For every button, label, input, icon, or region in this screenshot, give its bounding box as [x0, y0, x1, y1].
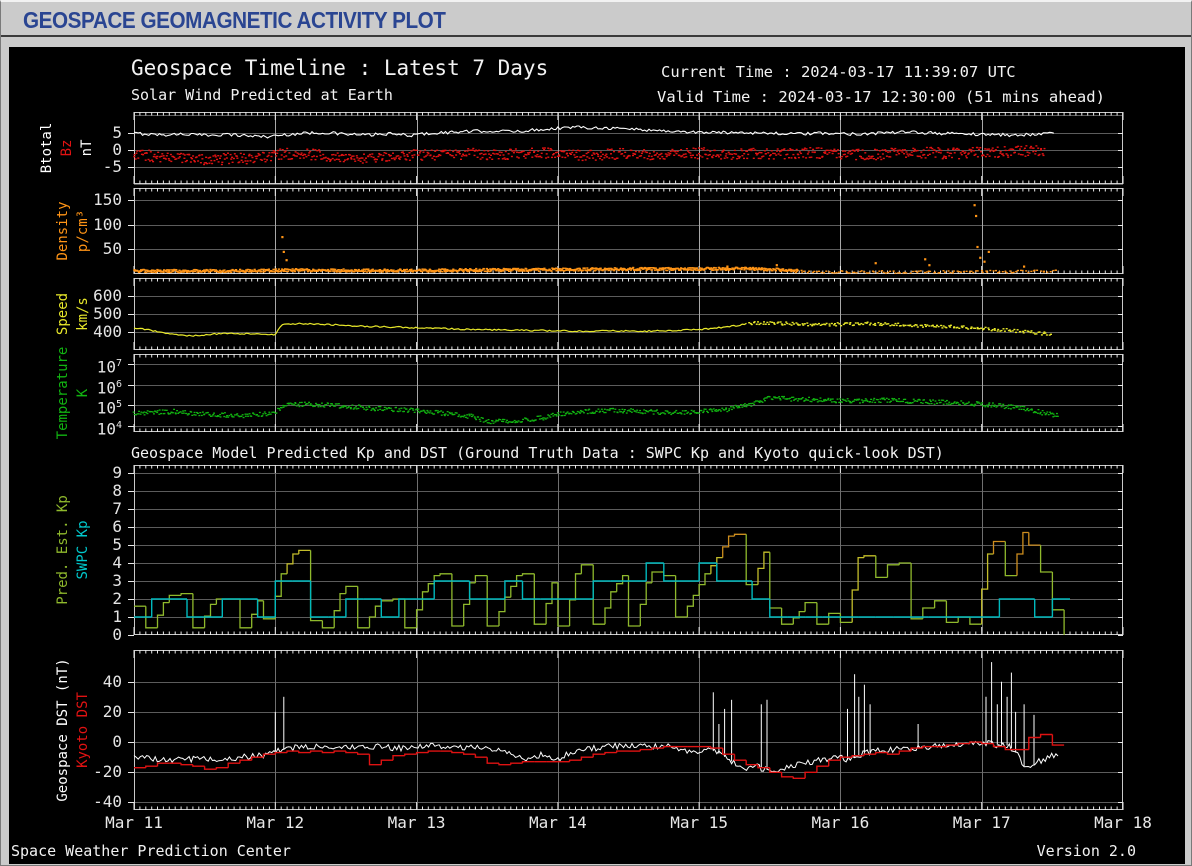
y-tick-label: -5	[102, 156, 122, 176]
series-pred-est-kp	[134, 531, 1065, 635]
chart-kp-index	[128, 465, 1124, 636]
x-date-label: Mar 18	[1094, 813, 1152, 832]
y-tick-label: 0	[112, 625, 122, 644]
y-tick-label: 1	[112, 607, 122, 626]
y-tick-label: 150	[93, 190, 122, 210]
plot-subtitle: Solar Wind Predicted at Earth	[131, 86, 393, 104]
series-density-outliers	[281, 204, 1026, 268]
chart-density	[128, 188, 1124, 274]
axis-label-nt: nT	[79, 139, 95, 157]
y-tick-label: 7	[112, 499, 122, 519]
valid-time: Valid Time : 2024-03-17 12:30:00 (51 min…	[657, 88, 1105, 106]
chart-temperature	[128, 354, 1124, 432]
series-bz	[133, 145, 1046, 166]
axis-label-swpc-kp: SWPC Kp	[75, 520, 91, 580]
axis-label-kyoto-dst: Kyoto DST	[75, 692, 91, 768]
axis-label-km-s: km/s	[75, 297, 91, 331]
x-date-label: Mar 17	[952, 813, 1011, 832]
axis-label-temperature: Temperature	[55, 346, 71, 440]
series-geospace-dst	[133, 662, 1059, 773]
axis-label-k: K	[75, 388, 91, 398]
page-title: GEOSPACE GEOMAGNETIC ACTIVITY PLOT	[23, 7, 446, 33]
y-tick-label: 40	[102, 671, 122, 691]
x-date-label: Mar 11	[105, 813, 163, 832]
series-kyoto-dst	[134, 733, 1065, 779]
axis-label-density: Density	[55, 201, 71, 261]
y-tick-label: 104	[96, 419, 122, 439]
section2-title: Geospace Model Predicted Kp and DST (Gro…	[131, 444, 944, 462]
axis-label-geospace-dst-nt: Geospace DST (nT)	[55, 658, 71, 802]
series-temperature	[132, 395, 1059, 425]
series-swpc-kp	[134, 562, 1070, 618]
chart-dst-index	[128, 650, 1124, 810]
x-date-label: Mar 15	[670, 813, 729, 832]
axis-label-pred-est-kp: Pred. Est. Kp	[55, 495, 71, 605]
plot-title: Geospace Timeline : Latest 7 Days	[131, 56, 549, 80]
footer-right: Version 2.0	[1036, 842, 1136, 860]
x-date-label: Mar 13	[387, 813, 446, 832]
axis-label-bz: Bz	[59, 139, 75, 157]
chart-speed	[128, 278, 1124, 350]
axis-label-btotal: Btotal	[39, 122, 55, 174]
x-date-label: Mar 14	[528, 813, 587, 832]
page: GEOSPACE GEOMAGNETIC ACTIVITY PLOT Geosp…	[0, 0, 1192, 866]
series-speed-scatter	[748, 321, 1052, 336]
axis-label-p-cm: p/cm³	[75, 209, 91, 253]
axis-label-speed: Speed	[55, 292, 71, 336]
footer-left: Space Weather Prediction Center	[11, 842, 291, 860]
x-date-label: Mar 12	[246, 813, 305, 832]
geospace-plot: Geospace Timeline : Latest 7 Days Curren…	[9, 47, 1185, 864]
series-btotal	[133, 125, 1054, 139]
chart-imf-magnetic-field	[128, 112, 1124, 185]
current-time: Current Time : 2024-03-17 11:39:07 UTC	[661, 63, 1016, 81]
y-tick-label: -40	[93, 792, 122, 812]
x-date-label: Mar 16	[811, 813, 870, 832]
header-divider	[1, 35, 1191, 37]
series-speed-line	[133, 322, 747, 337]
